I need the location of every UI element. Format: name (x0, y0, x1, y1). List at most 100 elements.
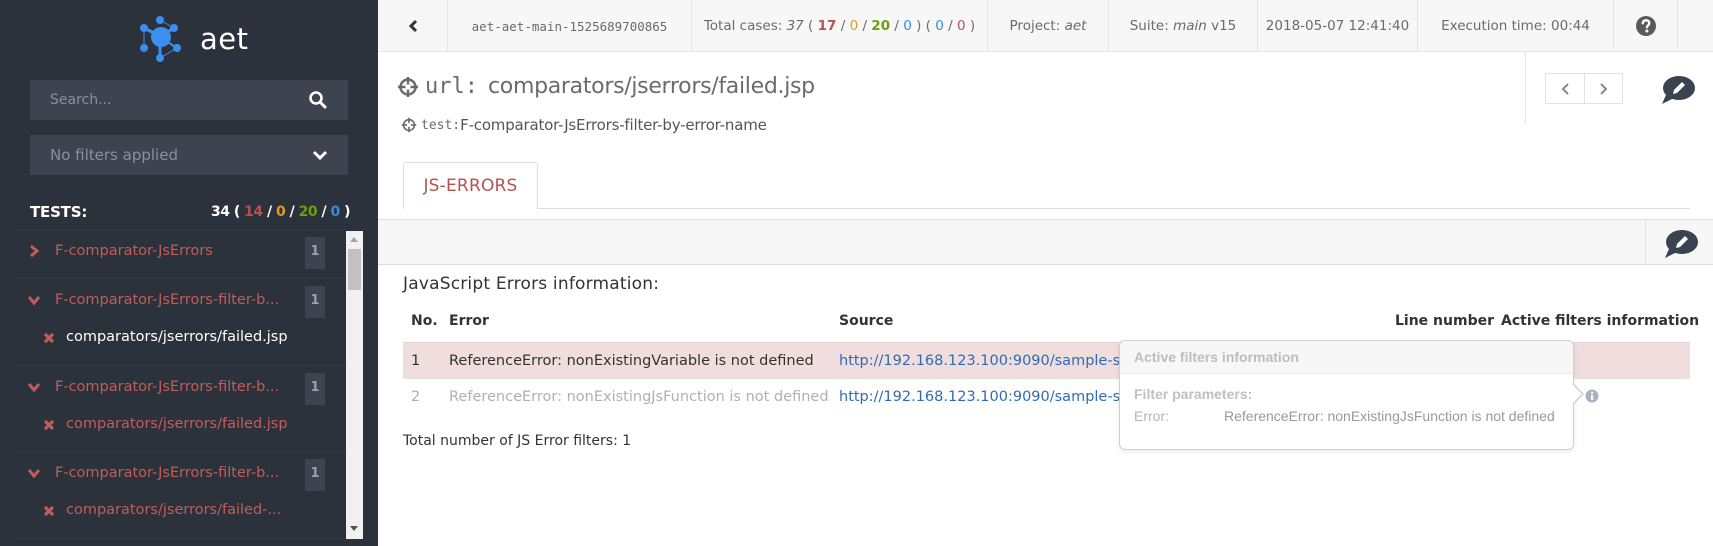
crosshair-icon (398, 76, 418, 97)
tests-counts: 34 ( 14 / 0 / 20 / 0 ) (210, 204, 351, 220)
search-icon[interactable] (308, 90, 328, 110)
popover-body: Filter parameters: Error: ReferenceError… (1120, 374, 1573, 436)
row-source-link[interactable]: http://192.168.123.100:9090/sample-site/… (839, 389, 1160, 405)
test-case-name: comparators/jserrors/failed.jsp (66, 416, 288, 432)
popover-param-key: Error: (1134, 408, 1169, 424)
tests-total: 34 (210, 204, 230, 220)
popover-title: Active filters information (1120, 341, 1573, 374)
test-group-badge: 1 (305, 459, 325, 491)
cases-extra-a: 0 (935, 18, 944, 34)
chevron-left-icon (1561, 82, 1569, 95)
back-button[interactable] (378, 0, 448, 52)
project-label: Project: (1009, 18, 1061, 34)
scroll-up-arrow-icon[interactable] (350, 237, 358, 242)
add-comment-button[interactable] (1660, 75, 1696, 105)
total-cases: Total cases: 37 ( 17 / 0 / 20 / 0 ) ( 0 … (692, 0, 988, 52)
search-placeholder: Search... (50, 92, 112, 108)
scroll-down-arrow-icon[interactable] (350, 526, 358, 531)
run-datetime: 2018-05-07 12:41:40 (1258, 0, 1418, 52)
aet-logo-icon (140, 16, 181, 62)
previous-case-button[interactable] (1546, 74, 1584, 103)
row-source-link[interactable]: http://192.168.123.100:9090/sample-site/… (839, 353, 1160, 369)
aet-report-app: aet Search... No filters applied TESTS: … (0, 0, 1713, 546)
chevron-down-icon (28, 383, 40, 393)
tests-rebased-count: 0 (330, 204, 340, 220)
case-navigation (1545, 73, 1623, 104)
popover-param-value: ReferenceError: nonExistingJsFunction is… (1224, 408, 1555, 424)
test-group-header[interactable]: F-comparator-JsErrors-filter-b... 1 (15, 453, 345, 493)
filter-label: No filters applied (50, 146, 178, 164)
chevron-down-icon (312, 150, 328, 161)
chevron-down-icon (28, 296, 40, 306)
comparator-toolbar (378, 219, 1713, 265)
active-filters-popover: Active filters information Filter parame… (1119, 340, 1584, 450)
test-list-scrollbar[interactable] (346, 231, 363, 539)
tab-underline (403, 208, 1690, 209)
column-header-error: Error (449, 313, 489, 329)
url-heading: url: comparators/jserrors/failed.jsp (397, 74, 815, 99)
test-group-badge: 1 (305, 373, 325, 405)
failed-x-icon (43, 419, 55, 431)
logo-text: aet (200, 22, 249, 56)
suite-label: Suite: (1129, 18, 1169, 34)
url-value: comparators/jserrors/failed.jsp (487, 74, 815, 99)
execution-label: Execution time: (1441, 18, 1547, 34)
row-number: 1 (411, 353, 421, 369)
add-comparator-comment-button[interactable] (1663, 229, 1699, 259)
logo[interactable]: aet (140, 14, 248, 64)
popover-subtitle: Filter parameters: (1134, 386, 1253, 402)
tab-js-errors[interactable]: JS-ERRORS (403, 162, 538, 209)
filter-dropdown[interactable]: No filters applied (30, 135, 348, 175)
report-id: aet-aet-main-1525689700865 (448, 0, 692, 52)
test-group-name: F-comparator-JsErrors-filter-b... (55, 379, 280, 395)
tests-warning-count: 0 (275, 204, 286, 220)
test-case-item[interactable]: comparators/jserrors/failed-... (15, 497, 345, 527)
chevron-down-icon (28, 469, 40, 479)
cases-failed: 17 (817, 18, 837, 34)
column-header-active-filters: Active filters information (1501, 313, 1700, 329)
project-name: aet (1064, 18, 1087, 34)
comment-edit-icon (1662, 76, 1695, 104)
help-button[interactable] (1614, 0, 1678, 52)
test-group-header[interactable]: F-comparator-JsErrors 1 (15, 231, 345, 271)
execution-value: 00:44 (1550, 18, 1590, 34)
total-filters-count: Total number of JS Error filters: 1 (403, 433, 632, 449)
search-input[interactable]: Search... (30, 80, 348, 120)
next-case-button[interactable] (1584, 74, 1622, 103)
test-value: F-comparator-JsErrors-filter-by-error-na… (460, 116, 767, 134)
cases-passed: 20 (871, 18, 891, 34)
test-case-item[interactable]: comparators/jserrors/failed.jsp (15, 411, 345, 441)
column-header-source: Source (839, 313, 894, 329)
suite-name: main (1173, 18, 1207, 34)
project-info: Project: aet (988, 0, 1109, 52)
section-title: JavaScript Errors information: (403, 274, 660, 294)
test-group-badge: 1 (305, 237, 325, 269)
test-group: F-comparator-JsErrors 1 (15, 231, 345, 279)
cases-rebased: 0 (903, 18, 912, 34)
cases-extra-b: 0 (956, 18, 966, 34)
test-group-header[interactable]: F-comparator-JsErrors-filter-b... 1 (15, 280, 345, 320)
test-case-name: comparators/jserrors/failed-... (66, 502, 282, 518)
test-heading: test: F-comparator-JsErrors-filter-by-er… (401, 116, 767, 134)
failed-x-icon (43, 505, 55, 517)
sidebar: aet Search... No filters applied TESTS: … (0, 0, 378, 546)
test-list: F-comparator-JsErrors 1 F-comparator-JsE… (15, 230, 345, 540)
test-case-item[interactable]: comparators/jserrors/failed.jsp (15, 324, 345, 354)
tests-summary: TESTS: 34 ( 14 / 0 / 20 / 0 ) (30, 200, 351, 224)
test-group: F-comparator-JsErrors-filter-b... 1 comp… (15, 280, 345, 366)
execution-time: Execution time: 00:44 (1418, 0, 1614, 52)
column-header-line-number: Line number (1395, 313, 1494, 329)
scroll-thumb[interactable] (348, 249, 361, 290)
test-key: test: (421, 117, 461, 133)
crosshair-icon (401, 117, 417, 133)
test-case-name: comparators/jserrors/failed.jsp (66, 329, 288, 345)
total-cases-label: Total cases: (703, 18, 783, 34)
row-error: ReferenceError: nonExistingJsFunction is… (449, 389, 829, 405)
comment-edit-icon (1665, 230, 1698, 258)
popover-arrow (1572, 383, 1584, 405)
failed-x-icon (43, 332, 55, 344)
test-group-header[interactable]: F-comparator-JsErrors-filter-b... 1 (15, 367, 345, 407)
info-circle-icon[interactable] (1585, 389, 1599, 403)
test-group: F-comparator-JsErrors-filter-b... 1 comp… (15, 453, 345, 539)
test-group: F-comparator-JsErrors-filter-b... 1 comp… (15, 367, 345, 453)
